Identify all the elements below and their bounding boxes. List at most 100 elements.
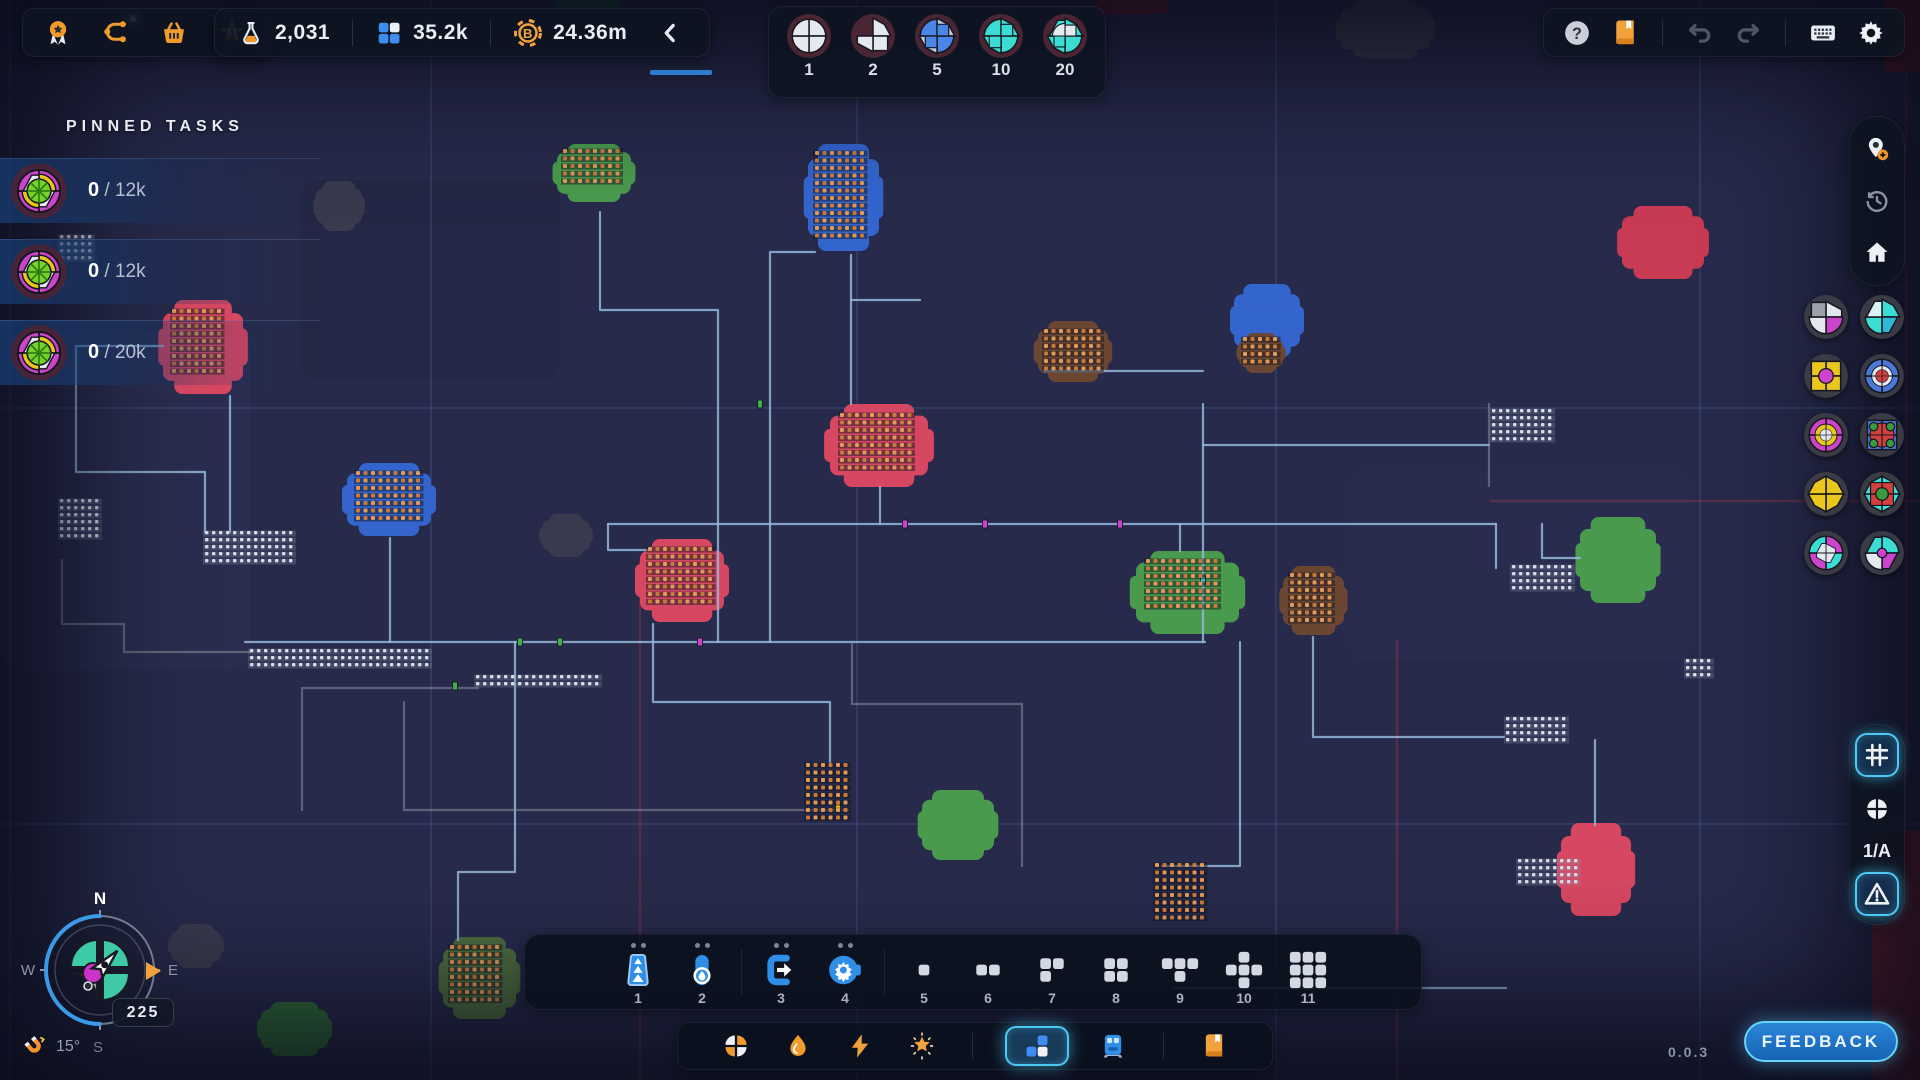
shape-pin-icon [978, 13, 1024, 59]
category-fluids[interactable] [780, 1028, 816, 1064]
add-waypoint-button[interactable] [1855, 127, 1899, 171]
pinned-task-row[interactable]: 0 / 20k [0, 320, 320, 385]
svg-text:?: ? [1572, 25, 1582, 43]
shape-badge-grid [1798, 294, 1910, 579]
settings-button[interactable] [1854, 16, 1888, 50]
shape-badge-10[interactable] [1859, 530, 1905, 579]
toolbar-slot-8[interactable]: 8 [1085, 938, 1147, 1006]
shape-pin-1[interactable]: 1 [783, 11, 835, 80]
toolbar-slot-3[interactable]: 3 [750, 938, 812, 1006]
science-value: 2,031 [275, 21, 330, 45]
shortcuts-button[interactable] [1806, 16, 1840, 50]
toolbar-slot-10[interactable]: 10 [1213, 938, 1275, 1006]
category-power[interactable] [842, 1028, 878, 1064]
slot-hotkey: 4 [841, 990, 849, 1006]
currency-value: 24.36m [553, 21, 627, 45]
version-label: 0.0.3 [1668, 1044, 1709, 1060]
toolbar-slot-6[interactable]: 6 [957, 938, 1019, 1006]
platform-6-icon [969, 951, 1007, 989]
magnet-icon [22, 1034, 48, 1060]
task-shape-badge [10, 243, 68, 301]
shape-pin-count: 5 [932, 60, 941, 80]
compass[interactable]: N W E S 225 15° [8, 880, 198, 1080]
task-progress: 0 / 12k [88, 159, 146, 222]
toolbar-slot-9[interactable]: 9 [1149, 938, 1211, 1006]
history-button[interactable] [1855, 179, 1899, 223]
shapes-icon [375, 19, 403, 47]
routes-button[interactable] [99, 16, 133, 50]
shape-pin-count: 1 [804, 60, 813, 80]
compass-w: W [21, 962, 36, 979]
shape-badge-4[interactable] [1859, 353, 1905, 402]
magnet-snap-button[interactable] [22, 1034, 48, 1060]
slot-hotkey: 5 [920, 990, 928, 1006]
guide-button[interactable] [1608, 16, 1642, 50]
toolbar-slot-11[interactable]: 11 [1277, 938, 1339, 1006]
slot-hotkey: 1 [634, 990, 642, 1006]
shape-pin-10[interactable]: 10 [975, 11, 1027, 80]
pinned-task-row[interactable]: 0 / 12k [0, 158, 320, 223]
achievements-button[interactable] [41, 16, 75, 50]
shapes-layer-button[interactable] [1855, 787, 1899, 831]
divider [884, 949, 885, 995]
task-shape-badge [10, 162, 68, 220]
divider [1662, 20, 1663, 46]
resources-panel: 2,031 35.2k B 24.36m [214, 8, 710, 57]
shape-badge-5[interactable] [1803, 412, 1849, 461]
shape-badge-8[interactable] [1859, 471, 1905, 520]
shapes-resource: 35.2k [375, 19, 468, 47]
shape-badge-3[interactable] [1803, 353, 1849, 402]
alerts-button[interactable] [1855, 872, 1899, 916]
slot-hotkey: 11 [1301, 990, 1316, 1006]
science-resource: 2,031 [237, 19, 330, 47]
game-screen: 1 2,031 35.2k B 24.36m 1251020 ? PINNED … [0, 0, 1920, 1080]
toolbar-slot-2[interactable]: 2 [671, 938, 733, 1006]
collapse-resources-button[interactable] [653, 16, 687, 50]
shape-pin-5[interactable]: 5 [911, 11, 963, 80]
shape-pin-icon [850, 13, 896, 59]
shape-badge-1[interactable] [1803, 294, 1849, 343]
shapes-value: 35.2k [413, 21, 468, 45]
basket-icon [159, 18, 189, 48]
category-guide[interactable] [1196, 1028, 1232, 1064]
platform-7-icon [1033, 951, 1071, 989]
undo-button[interactable] [1683, 16, 1717, 50]
category-bar [677, 1022, 1273, 1070]
currency-resource: B 24.36m [513, 18, 627, 48]
feedback-button[interactable]: FEEDBACK [1744, 1021, 1898, 1062]
shape-pin-icon [786, 13, 832, 59]
redo-button[interactable] [1731, 16, 1765, 50]
shape-badge-6[interactable] [1859, 412, 1905, 461]
flask-icon [237, 19, 265, 47]
pinned-task-row[interactable]: 0 / 12k [0, 239, 320, 304]
slot-hotkey: 2 [698, 990, 706, 1006]
map-tools-rail [1849, 116, 1905, 286]
toolbar-slot-1[interactable]: 1 [607, 938, 669, 1006]
divider [972, 1033, 973, 1059]
shop-button[interactable] [157, 16, 191, 50]
path-icon [101, 18, 131, 48]
grid-toggle-button[interactable] [1855, 733, 1899, 777]
keyboard-icon [1808, 18, 1838, 48]
layer-rail: 1/A [1849, 724, 1905, 925]
toolbar-slot-5[interactable]: 5 [893, 938, 955, 1006]
shape-pin-2[interactable]: 2 [847, 11, 899, 80]
history-icon [1862, 186, 1892, 216]
help-button[interactable]: ? [1560, 16, 1594, 50]
toolbar-slot-4[interactable]: 4 [814, 938, 876, 1006]
shape-badge-9[interactable] [1803, 530, 1849, 579]
home-button[interactable] [1855, 231, 1899, 275]
shape-badge-2[interactable] [1859, 294, 1905, 343]
category-effects[interactable] [904, 1028, 940, 1064]
shape-badge-7[interactable] [1803, 471, 1849, 520]
category-shapes[interactable] [718, 1028, 754, 1064]
task-progress: 0 / 12k [88, 240, 146, 303]
help-icon: ? [1562, 18, 1592, 48]
toolbar-slot-7[interactable]: 7 [1021, 938, 1083, 1006]
variant-dots [695, 941, 710, 950]
category-platforms[interactable] [1005, 1026, 1069, 1066]
platform-5-icon [905, 951, 943, 989]
category-trains[interactable] [1095, 1028, 1131, 1064]
pipe-icon [683, 951, 721, 989]
shape-pin-20[interactable]: 20 [1039, 11, 1091, 80]
